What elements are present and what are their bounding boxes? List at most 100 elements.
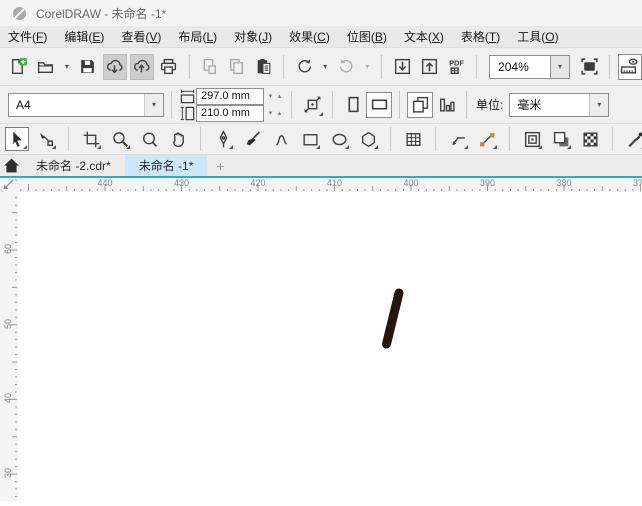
horizontal-ruler-label: 400 — [403, 178, 418, 188]
new-document-button[interactable] — [7, 54, 31, 80]
units-value: 毫米 — [510, 96, 589, 113]
cloud-upload-button[interactable] — [130, 54, 154, 80]
fullscreen-preview-button[interactable] — [577, 54, 601, 80]
ruler-origin-button[interactable] — [0, 178, 18, 192]
transparency-tool[interactable] — [578, 127, 602, 151]
fullscreen-preview-icon — [580, 57, 599, 76]
dimension-tool[interactable] — [446, 127, 470, 151]
page-width-spinner[interactable]: ▾▴ — [266, 89, 284, 104]
menu-item-o[interactable]: 工具(O) — [517, 28, 558, 45]
cloud-download-button[interactable] — [103, 54, 127, 80]
separator — [291, 91, 292, 119]
pdf-export-button[interactable]: PDF — [444, 54, 468, 80]
page-height-input[interactable] — [196, 105, 264, 122]
vertical-ruler-label: 50 — [3, 315, 13, 333]
cut-button[interactable] — [198, 54, 222, 80]
menu-item-v[interactable]: 查看(V) — [121, 28, 161, 45]
all-pages-button[interactable] — [407, 92, 433, 118]
page-dimensions: ▾▴ ▾▴ — [179, 89, 284, 121]
export-button[interactable] — [417, 54, 441, 80]
menu-item-e[interactable]: 编辑(E) — [64, 28, 104, 45]
page-width-input[interactable] — [196, 88, 264, 105]
crop-icon — [82, 130, 101, 149]
b-spline-tool[interactable] — [269, 127, 293, 151]
menu-item-label: 工具 — [517, 30, 541, 44]
units-select[interactable]: 毫米 ▾ — [509, 93, 609, 117]
standard-toolbar: ▾ ▾ ▾ PDF ▾ — [0, 48, 642, 86]
contour-tool[interactable] — [520, 127, 544, 151]
table-tool[interactable] — [401, 127, 425, 151]
undo-button[interactable] — [292, 54, 316, 80]
crop-tool[interactable] — [79, 127, 103, 151]
chevron-down-icon[interactable]: ▾ — [144, 94, 163, 116]
open-icon — [36, 57, 55, 76]
menu-item-label: 位图 — [347, 30, 371, 44]
separator — [612, 127, 613, 151]
separator — [189, 55, 190, 79]
menu-mnemonic: J — [262, 30, 268, 44]
chevron-down-icon[interactable]: ▾ — [550, 55, 570, 79]
chevron-down-icon[interactable]: ▾ — [589, 94, 608, 116]
menu-item-l[interactable]: 布局(L) — [178, 28, 217, 45]
rectangle-tool[interactable] — [298, 127, 322, 151]
shape-icon — [37, 130, 56, 149]
polygon-tool[interactable] — [356, 127, 380, 151]
menu-item-x[interactable]: 文本(X) — [404, 28, 444, 45]
zoom-alt-tool[interactable] — [137, 127, 161, 151]
separator — [283, 55, 284, 79]
document-tab-active[interactable]: 未命名 -1* — [125, 155, 208, 176]
horizontal-ruler[interactable]: 440430420410400390380370 — [18, 178, 642, 193]
menu-mnemonic: F — [36, 30, 43, 44]
redo-dropdown-button[interactable]: ▾ — [361, 54, 373, 80]
menu-item-b[interactable]: 位图(B) — [347, 28, 387, 45]
redo-button[interactable] — [334, 54, 358, 80]
shape-tool[interactable] — [34, 127, 58, 151]
drop-shadow-tool[interactable] — [549, 127, 573, 151]
show-rulers-button[interactable] — [618, 54, 642, 80]
page-options-button[interactable] — [299, 92, 325, 118]
document-tab[interactable]: 未命名 -2.cdr* — [22, 155, 125, 176]
menu-item-t[interactable]: 表格(T) — [461, 28, 500, 45]
menu-item-c[interactable]: 效果(C) — [289, 28, 330, 45]
new-tab-button[interactable]: + — [207, 155, 233, 176]
import-button[interactable] — [390, 54, 414, 80]
page-size-select[interactable]: A4 ▾ — [8, 93, 164, 117]
landscape-button[interactable] — [366, 92, 392, 118]
pick-tool[interactable] — [5, 127, 29, 151]
transparency-icon — [581, 130, 600, 149]
menu-item-label: 表格 — [461, 30, 485, 44]
color-eyedropper-tool[interactable] — [623, 127, 642, 151]
menu-item-j[interactable]: 对象(J) — [234, 28, 272, 45]
page-height-spinner[interactable]: ▾▴ — [266, 106, 284, 121]
save-button[interactable] — [76, 54, 100, 80]
welcome-home-button[interactable] — [0, 155, 22, 176]
pen-tool[interactable] — [211, 127, 235, 151]
current-page-button[interactable] — [433, 92, 459, 118]
pdf-export-icon: PDF — [447, 57, 466, 76]
paintbrush-tool[interactable] — [240, 127, 264, 151]
menu-item-f[interactable]: 文件(F) — [8, 28, 47, 45]
print-button[interactable] — [157, 54, 181, 80]
drawing-canvas[interactable] — [18, 192, 642, 501]
menu-item-label: 布局 — [178, 30, 202, 44]
open-button[interactable] — [34, 54, 58, 80]
print-icon — [159, 57, 178, 76]
vertical-ruler[interactable]: 60504030 — [0, 192, 19, 501]
zoom-tool[interactable] — [108, 127, 132, 151]
brush-stroke-object[interactable] — [18, 192, 642, 501]
ellipse-tool[interactable] — [327, 127, 351, 151]
undo-dropdown-button[interactable]: ▾ — [319, 54, 331, 80]
copy-button[interactable] — [225, 54, 249, 80]
pan-tool[interactable] — [166, 127, 190, 151]
zoom-level-input[interactable] — [489, 55, 550, 79]
separator — [399, 91, 400, 119]
menu-item-label: 文本 — [404, 30, 428, 44]
connector-tool[interactable] — [475, 127, 499, 151]
coreldraw-logo-icon — [12, 6, 27, 21]
portrait-button[interactable] — [340, 92, 366, 118]
toolbox — [0, 124, 642, 155]
open-dropdown-button[interactable]: ▾ — [61, 54, 73, 80]
separator — [390, 127, 391, 151]
paste-button[interactable] — [251, 54, 275, 80]
vertical-ruler-ticks — [0, 192, 18, 501]
